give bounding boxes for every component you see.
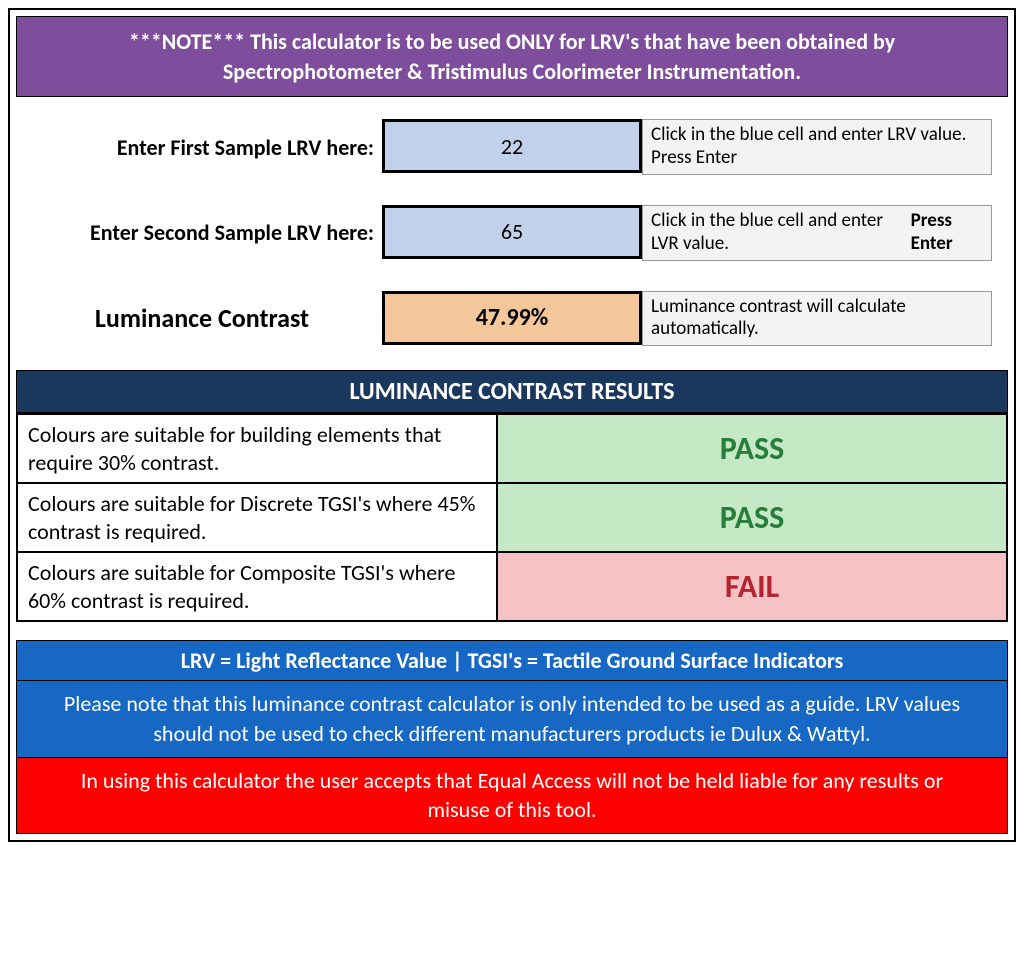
- first-lrv-hint: Click in the blue cell and enter LRV val…: [642, 119, 992, 175]
- second-lrv-input[interactable]: 65: [382, 205, 642, 259]
- calculator-frame: ***NOTE*** This calculator is to be used…: [8, 8, 1016, 842]
- results-header: LUMINANCE CONTRAST RESULTS: [16, 370, 1008, 413]
- result-row-60pct: Colours are suitable for Composite TGSI'…: [16, 553, 1008, 622]
- result-desc: Colours are suitable for building elemen…: [18, 415, 498, 482]
- result-badge-fail: FAIL: [498, 553, 1006, 620]
- second-lrv-hint: Click in the blue cell and enter LVR val…: [642, 205, 992, 261]
- guide-banner: Please note that this luminance contrast…: [16, 681, 1008, 756]
- contrast-row: Luminance Contrast 47.99% Luminance cont…: [22, 291, 1002, 347]
- definitions-banner: LRV = Light Reflectance Value | TGSI's =…: [16, 640, 1008, 681]
- disclaimer-banner: In using this calculator the user accept…: [16, 757, 1008, 834]
- result-desc: Colours are suitable for Discrete TGSI's…: [18, 484, 498, 551]
- contrast-label: Luminance Contrast: [22, 291, 382, 347]
- spacer: [16, 622, 1008, 640]
- results-block: Colours are suitable for building elemen…: [16, 413, 1008, 622]
- first-lrv-input[interactable]: 22: [382, 119, 642, 173]
- first-lrv-label: Enter First Sample LRV here:: [22, 119, 382, 175]
- input-section: Enter First Sample LRV here: 22 Click in…: [16, 97, 1008, 368]
- contrast-hint: Luminance contrast will calculate automa…: [642, 291, 992, 347]
- result-desc: Colours are suitable for Composite TGSI'…: [18, 553, 498, 620]
- hint-text-pre: Click in the blue cell and enter LVR val…: [651, 210, 911, 256]
- result-row-30pct: Colours are suitable for building elemen…: [16, 413, 1008, 484]
- result-badge-pass: PASS: [498, 484, 1006, 551]
- result-row-45pct: Colours are suitable for Discrete TGSI's…: [16, 484, 1008, 553]
- second-lrv-row: Enter Second Sample LRV here: 65 Click i…: [22, 205, 1002, 261]
- contrast-result: 47.99%: [382, 291, 642, 345]
- second-lrv-label: Enter Second Sample LRV here:: [22, 205, 382, 261]
- hint-text: Click in the blue cell and enter LRV val…: [651, 124, 983, 170]
- first-lrv-row: Enter First Sample LRV here: 22 Click in…: [22, 119, 1002, 175]
- note-banner: ***NOTE*** This calculator is to be used…: [16, 16, 1008, 97]
- hint-text-strong: Press Enter: [911, 210, 983, 256]
- result-badge-pass: PASS: [498, 415, 1006, 482]
